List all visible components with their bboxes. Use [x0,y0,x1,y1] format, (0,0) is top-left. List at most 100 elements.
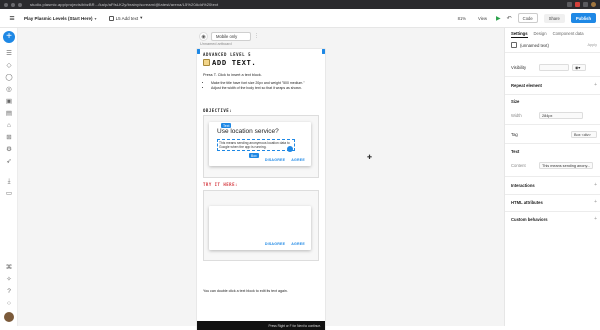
code-button[interactable]: Code [517,13,538,23]
maximize-window-icon[interactable] [18,2,22,7]
lightbulb-icon[interactable]: ✧ [5,276,13,284]
agree-button[interactable]: AGREE [291,158,305,162]
resize-handle[interactable] [197,49,200,54]
objective-label[interactable]: OBJECTIVE: [203,108,232,113]
chat-icon[interactable]: ○ [5,300,13,308]
tag-select[interactable]: Box <div> [571,131,597,138]
profile-avatar[interactable] [591,2,596,7]
images-icon[interactable]: ▣ [5,98,13,106]
artboard-label[interactable]: Unnamed artboard [200,42,232,46]
mouse-cursor-icon: ✚ [367,155,373,161]
help-icon[interactable]: ? [5,288,13,296]
page-icon [108,15,114,21]
repeat-label[interactable]: Repeat element [511,83,542,88]
rocket-icon[interactable]: ➶ [5,158,13,166]
zoom-level[interactable]: 81% [455,14,469,22]
divider [505,124,600,125]
terminal-icon[interactable]: ▭ [5,190,13,198]
custom-behaviors-label[interactable]: Custom behaviors [511,217,548,222]
eye-icon[interactable]: ◉▾ [572,64,586,71]
variant-select[interactable]: Mobile only [211,31,251,41]
tab-component-data[interactable]: Component data [553,31,584,38]
assets-icon[interactable]: ◯ [5,74,13,82]
text-label[interactable]: Text [511,149,519,154]
try-label[interactable]: TRY IT HERE: [203,182,238,187]
tag-row: Tag Box <div> [511,131,597,138]
keyboard-icon[interactable]: ⌘ [5,264,13,272]
level-eyebrow[interactable]: ADVANCED LEVEL 5 [203,52,251,57]
instruction-list: Make the title have font size 20px and w… [207,81,319,91]
canvas[interactable]: ◉ Mobile only ⋮ Unnamed artboard ADVANCE… [18,28,504,330]
disagree-button[interactable]: DISAGREE [265,242,285,246]
fonts-icon[interactable]: ▤ [5,110,13,118]
window-controls[interactable] [4,2,22,7]
close-window-icon[interactable] [4,2,8,7]
objective-dialog[interactable]: Text Use location service? This means se… [209,122,311,166]
add-behavior-icon[interactable]: + [594,216,597,222]
share-button[interactable]: Share [543,13,565,23]
settings-icon[interactable]: ⚙ [5,146,13,154]
components-icon[interactable]: ◇ [5,62,13,70]
insert-button[interactable]: + [3,31,15,43]
level-title[interactable]: ADD TEXT. [203,58,256,67]
dialog-actions: DISAGREE AGREE [265,158,305,162]
artboard[interactable]: ADVANCED LEVEL 5 ADD TEXT. Press T. Clic… [197,49,325,330]
address-bar[interactable]: studio.plasmic.app/projects/bbzBR.../ka/… [30,2,218,7]
minimize-window-icon[interactable] [11,2,15,7]
intro-text[interactable]: Press T. Click to insert a text block. [203,73,319,77]
user-avatar[interactable] [4,312,14,322]
html-attributes-label[interactable]: HTML attributes [511,200,543,205]
more-icon[interactable]: ⋮ [254,33,259,39]
chevron-down-icon[interactable]: ▾ [95,16,97,21]
disagree-button[interactable]: DISAGREE [265,158,285,162]
drag-handle-icon[interactable] [287,146,293,152]
tokens-icon[interactable]: ◎ [5,86,13,94]
browser-bar: studio.plasmic.app/projects/bbzBR.../ka/… [0,0,600,9]
text-header: Text [511,149,597,154]
layers-icon[interactable]: ☰ [5,50,13,58]
width-row: Width 284px [511,112,597,119]
element-name[interactable]: (unnamed text) [520,43,549,48]
size-header: Size [511,99,597,104]
dialog-title[interactable]: Use location service? [217,128,279,135]
project-name[interactable]: Play Plasmic Levels (Start Here) [24,16,93,21]
add-attribute-icon[interactable]: + [594,199,597,205]
width-input[interactable]: 284px [539,112,583,119]
list-item[interactable]: Adjust the width of the body text so tha… [211,86,319,91]
interactions-label[interactable]: Interactions [511,183,535,188]
data-icon[interactable]: ⊞ [5,134,13,142]
page-selector[interactable]: L5 Add text ▾ [108,15,143,21]
custom-behaviors-row: Custom behaviors + [511,216,597,222]
extension-icon[interactable] [583,2,588,7]
visibility-select[interactable] [539,64,569,71]
agree-button[interactable]: AGREE [291,242,305,246]
interactions-row: Interactions + [511,182,597,188]
extension-icon[interactable] [575,2,580,7]
extension-icon[interactable] [567,2,572,7]
page-name: L5 Add text [115,15,139,21]
tab-design[interactable]: Design [534,31,547,38]
publish-button[interactable]: Publish [570,13,596,23]
chevron-down-icon: ▾ [140,15,143,20]
plasmic-logo-icon[interactable]: ≡ [4,12,20,24]
view-menu[interactable]: View [475,14,490,22]
dialog-body[interactable]: This means sending anonymous location da… [217,139,295,151]
play-icon[interactable]: ▶ [496,15,501,22]
resize-handle[interactable] [322,49,325,54]
footer-text[interactable]: You can double click a text block to edi… [203,289,321,293]
box-chip: Box [249,153,259,158]
content-input[interactable]: This means sending anony... [539,162,593,169]
browser-extensions [567,2,596,7]
divider [505,94,600,95]
globe-icon[interactable]: ◉ [199,31,208,41]
add-interaction-icon[interactable]: + [594,182,597,188]
apply-button[interactable]: Apply [588,43,598,47]
tab-settings[interactable]: Settings [511,31,528,38]
size-label[interactable]: Size [511,99,519,104]
try-dialog[interactable]: DISAGREE AGREE [209,206,311,250]
left-rail: + ☰ ◇ ◯ ◎ ▣ ▤ ⌂ ⊞ ⚙ ➶ ⤓ ▭ ⌘ ✧ ? ○ [0,28,18,326]
import-icon[interactable]: ⤓ [5,178,13,186]
undo-icon[interactable]: ↶ [507,15,512,22]
add-repeat-icon[interactable]: + [594,82,597,88]
mixins-icon[interactable]: ⌂ [5,122,13,130]
